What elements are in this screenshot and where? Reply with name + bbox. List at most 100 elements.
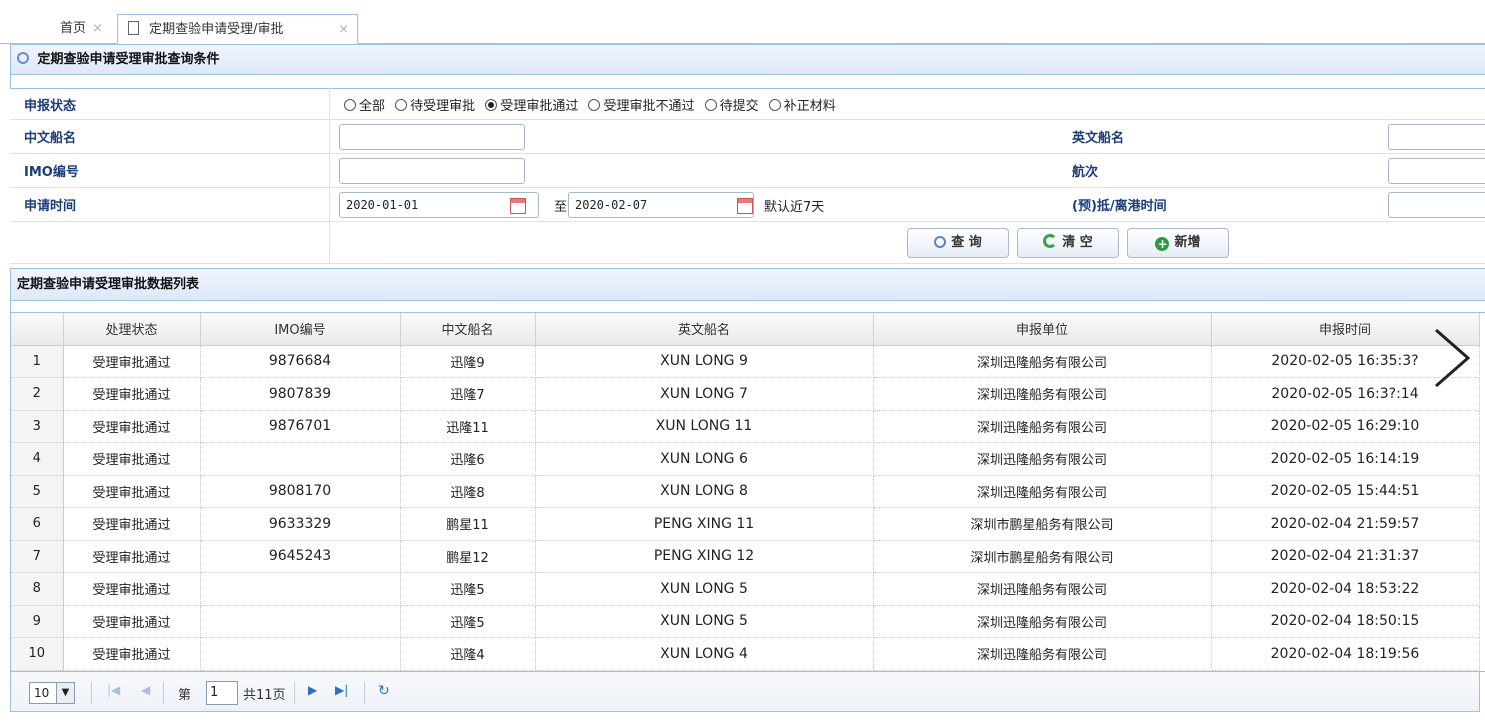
radio-circle-icon	[588, 99, 601, 111]
next-page-icon[interactable]: ▶	[308, 683, 317, 697]
row-cn-name: 迅隆7	[400, 377, 536, 411]
table-row[interactable]: 7 受理审批通过 9645243 鹏星12 PENG XING 12 深圳市鹏星船务有限公…	[11, 540, 1480, 573]
date-to-input[interactable]: 2020-02-07	[568, 192, 754, 218]
table-row[interactable]: 8 受理审批通过 迅隆5 XUN LONG 5 深圳迅隆船务有限公司 2020-02-04…	[11, 572, 1480, 606]
row-imo: 9633329	[200, 507, 401, 541]
radio-to-submit-label: 待提交	[719, 99, 759, 114]
row-number: 10	[11, 637, 64, 671]
date-from-input[interactable]: 2020-01-01	[339, 192, 539, 218]
list-panel: 定期查验申请受理审批数据列表	[10, 268, 1485, 312]
row-imo	[200, 572, 401, 606]
row-time: 2020-02-04 21:31:37	[1211, 540, 1480, 573]
radio-all[interactable]: 全部	[344, 95, 385, 114]
reload-icon[interactable]: ↻	[378, 683, 390, 699]
tab-close-icon[interactable]: ×	[338, 15, 349, 45]
tab-inspection-approval[interactable]: 定期查验申请受理/审批 ×	[117, 14, 358, 44]
row-en-name: PENG XING 12	[535, 540, 874, 573]
row-imo: 9876684	[200, 345, 401, 378]
row-en-name: XUN LONG 7	[535, 377, 874, 411]
row-time: 2020-02-05 15:44:51	[1211, 475, 1480, 508]
row-cn-name: 迅隆9	[400, 345, 536, 378]
row-time: 2020-02-04 18:53:22	[1211, 572, 1480, 606]
radio-supplement[interactable]: 补正材料	[768, 95, 836, 114]
row-time: 2020-02-04 18:19:56	[1211, 637, 1480, 671]
radio-supplement-label: 补正材料	[783, 99, 836, 114]
row-number: 1	[11, 345, 64, 378]
radio-circle-icon	[344, 99, 356, 111]
calendar-icon[interactable]	[737, 198, 753, 214]
row-status: 受理审批通过	[63, 605, 201, 638]
row-imo	[200, 637, 401, 671]
table-row[interactable]: 3 受理审批通过 9876701 迅隆11 XUN LONG 11 深圳迅隆船务有限公司 2…	[11, 410, 1480, 443]
imo-input[interactable]	[339, 158, 525, 184]
last-page-icon[interactable]: ▶|	[335, 683, 348, 697]
row-cn-name: 迅隆4	[400, 637, 536, 671]
chevron-right-icon[interactable]	[1428, 328, 1478, 388]
radio-circle-icon	[395, 99, 408, 111]
query-panel-header: 定期查验申请受理审批查询条件	[11, 45, 1485, 75]
query-panel-title: 定期查验申请受理审批查询条件	[37, 52, 220, 67]
radio-rejected-label: 受理审批不通过	[603, 99, 695, 114]
page-size-select[interactable]: 10 ▼	[29, 682, 75, 704]
port-time-label: (预)抵/离港时间	[1072, 199, 1167, 214]
col-status[interactable]: 处理状态	[63, 313, 201, 346]
doc-icon	[128, 21, 139, 35]
first-page-icon[interactable]: |◀	[107, 683, 120, 697]
search-icon	[17, 52, 29, 64]
clear-button[interactable]: 清 空	[1017, 228, 1119, 258]
pager-divider	[163, 682, 164, 704]
row-cn-name: 迅隆8	[400, 475, 536, 508]
en-name-input[interactable]	[1388, 124, 1485, 150]
row-time: 2020-02-04 21:59:57	[1211, 507, 1480, 541]
row-status: 受理审批通过	[63, 637, 201, 671]
page-number-input[interactable]: 1	[206, 681, 238, 705]
row-en-name: PENG XING 11	[535, 507, 874, 541]
voyage-input[interactable]	[1388, 158, 1485, 184]
radio-to-submit[interactable]: 待提交	[704, 95, 759, 114]
query-button[interactable]: 查 询	[907, 228, 1009, 258]
radio-rejected[interactable]: 受理审批不通过	[588, 95, 694, 114]
table-row[interactable]: 10 受理审批通过 迅隆4 XUN LONG 4 深圳迅隆船务有限公司 2020-02-0…	[11, 637, 1480, 671]
col-imo[interactable]: IMO编号	[200, 313, 401, 346]
row-company: 深圳迅隆船务有限公司	[873, 572, 1212, 606]
col-cn-name[interactable]: 中文船名	[400, 313, 536, 346]
cn-name-input[interactable]	[339, 124, 525, 150]
col-company[interactable]: 申报单位	[873, 313, 1212, 346]
col-en-name[interactable]: 英文船名	[535, 313, 874, 346]
row-company: 深圳迅隆船务有限公司	[873, 605, 1212, 638]
calendar-icon[interactable]	[510, 198, 526, 214]
table-row[interactable]: 2 受理审批通过 9807839 迅隆7 XUN LONG 7 深圳迅隆船务有限公司 202…	[11, 377, 1480, 411]
row-company: 深圳迅隆船务有限公司	[873, 442, 1212, 476]
status-row: 申报状态 全部 待受理审批 受理审批通过 受理审批不通过 待提交 补正材料	[10, 88, 1485, 120]
add-button-label: 新增	[1174, 235, 1201, 250]
default-range-hint: 默认近7天	[764, 200, 825, 215]
table-row[interactable]: 4 受理审批通过 迅隆6 XUN LONG 6 深圳迅隆船务有限公司 2020-02-05…	[11, 442, 1480, 476]
radio-all-label: 全部	[359, 99, 386, 114]
status-label: 申报状态	[24, 99, 77, 114]
port-time-input[interactable]	[1388, 192, 1485, 218]
row-status: 受理审批通过	[63, 410, 201, 443]
tab-home-close-icon[interactable]: ×	[92, 14, 103, 44]
table-row[interactable]: 1 受理审批通过 9876684 迅隆9 XUN LONG 9 深圳迅隆船务有限公司 202…	[11, 345, 1480, 378]
row-time: 2020-02-04 18:50:15	[1211, 605, 1480, 638]
table-row[interactable]: 9 受理审批通过 迅隆5 XUN LONG 5 深圳迅隆船务有限公司 2020-02-04…	[11, 605, 1480, 638]
radio-circle-icon	[768, 99, 781, 111]
row-status: 受理审批通过	[63, 572, 201, 606]
query-panel: 定期查验申请受理审批查询条件	[10, 44, 1485, 88]
imo-label: IMO编号	[24, 165, 79, 180]
add-button[interactable]: + 新增	[1127, 228, 1229, 258]
table-row[interactable]: 6 受理审批通过 9633329 鹏星11 PENG XING 11 深圳市鹏星船务有限公…	[11, 507, 1480, 541]
radio-pending[interactable]: 待受理审批	[395, 95, 475, 114]
row-company: 深圳迅隆船务有限公司	[873, 637, 1212, 671]
tab-home[interactable]: 首页 ×	[52, 14, 114, 44]
tab-inspection-label: 定期查验申请受理/审批	[149, 22, 284, 37]
table-row[interactable]: 5 受理审批通过 9808170 迅隆8 XUN LONG 8 深圳迅隆船务有限公司 202…	[11, 475, 1480, 508]
ship-name-row: 中文船名 英文船名	[10, 120, 1485, 154]
row-cn-name: 迅隆5	[400, 572, 536, 606]
chevron-down-icon: ▼	[56, 683, 74, 703]
status-radio-group: 全部 待受理审批 受理审批通过 受理审批不通过 待提交 补正材料	[344, 95, 842, 114]
prev-page-icon[interactable]: ◀	[141, 683, 150, 697]
tab-bar: 首页 × 定期查验申请受理/审批 ×	[0, 0, 1485, 44]
radio-approved[interactable]: 受理审批通过	[485, 95, 578, 114]
clear-button-label: 清 空	[1062, 235, 1093, 250]
